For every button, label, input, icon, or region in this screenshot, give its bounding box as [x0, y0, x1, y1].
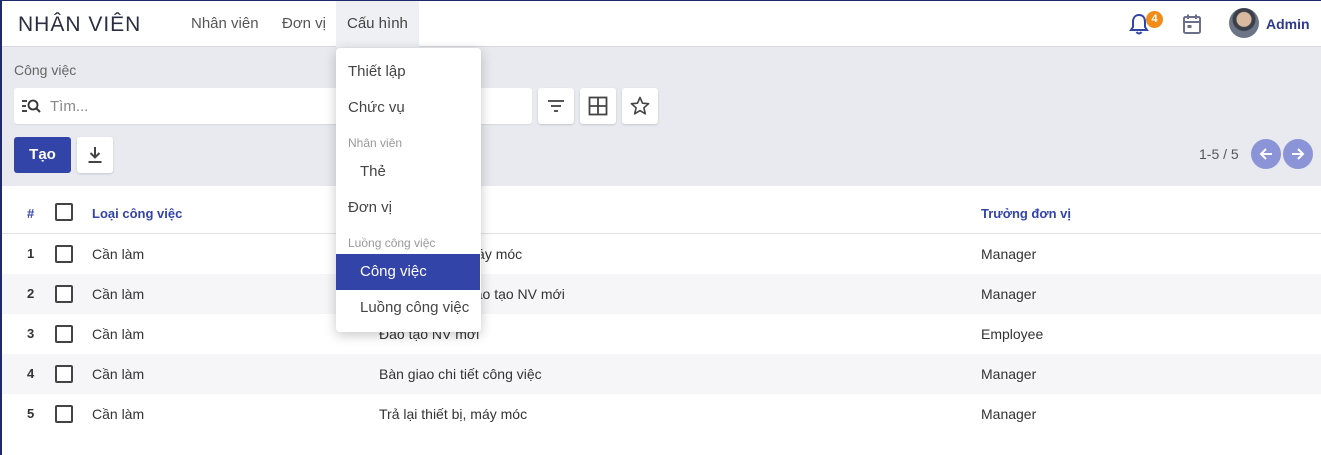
- pager-value[interactable]: 1-5 / 5: [1199, 146, 1239, 162]
- table-row[interactable]: 2 Cần làm Lên kế hoạch đào tạo NV mới Ma…: [2, 274, 1321, 314]
- nav-menu-employees[interactable]: Nhân viên: [180, 1, 270, 47]
- menu-item-tag[interactable]: Thẻ: [336, 154, 481, 190]
- row-number: 5: [27, 406, 35, 421]
- configuration-dropdown-menu: Thiết lập Chức vụ Nhân viên Thẻ Đơn vị L…: [336, 48, 481, 332]
- table-row[interactable]: 3 Cần làm Đào tạo NV mới Employee: [2, 314, 1321, 354]
- nav-menu-units[interactable]: Đơn vị: [271, 1, 337, 47]
- menu-item-unit[interactable]: Đơn vị: [336, 190, 481, 226]
- row-checkbox[interactable]: [55, 405, 73, 423]
- user-name[interactable]: Admin: [1266, 16, 1310, 32]
- table-row[interactable]: 1 Cần làm Nhận thiết bị, máy móc Manager: [2, 234, 1321, 274]
- task-type-cell: Cần làm: [92, 326, 145, 342]
- menu-item-workflow[interactable]: Luồng công việc: [336, 290, 481, 326]
- row-checkbox[interactable]: [55, 285, 73, 303]
- select-all-checkbox[interactable]: [55, 203, 73, 221]
- download-icon: [88, 147, 102, 163]
- table-header: # Loại công việc Trưởng đơn vị: [2, 186, 1321, 234]
- task-type-cell: Cần làm: [92, 366, 145, 382]
- row-number: 1: [27, 246, 35, 261]
- search-icon: [22, 99, 41, 113]
- unit-manager-cell: Manager: [981, 246, 1037, 262]
- nav-menu-configuration[interactable]: Cấu hình: [336, 1, 419, 47]
- table-row[interactable]: 5 Cần làm Trả lại thiết bị, máy móc Mana…: [2, 394, 1321, 434]
- filter-icon: [548, 100, 564, 112]
- menu-item-position[interactable]: Chức vụ: [336, 90, 481, 126]
- row-number: 4: [27, 366, 35, 381]
- pager-previous-button[interactable]: [1251, 139, 1281, 169]
- favorites-button[interactable]: [622, 88, 658, 124]
- breadcrumb: Công việc: [14, 62, 77, 78]
- table-row[interactable]: 4 Cần làm Bàn giao chi tiết công việc Ma…: [2, 354, 1321, 394]
- menu-item-task[interactable]: Công việc: [336, 254, 480, 290]
- app-title: NHÂN VIÊN: [18, 13, 142, 36]
- unit-manager-cell: Manager: [981, 286, 1037, 302]
- row-checkbox[interactable]: [55, 325, 73, 343]
- row-checkbox[interactable]: [55, 245, 73, 263]
- top-navbar: NHÂN VIÊN Nhân viên Đơn vị Cấu hình 4 Ad…: [2, 0, 1321, 47]
- row-number: 2: [27, 286, 35, 301]
- filter-button[interactable]: [538, 88, 574, 124]
- task-name-cell: Trả lại thiết bị, máy móc: [379, 406, 528, 422]
- row-number: 3: [27, 326, 35, 341]
- user-avatar[interactable]: [1229, 8, 1259, 38]
- arrow-left-icon: [1259, 148, 1272, 160]
- grid-view-icon: [588, 96, 608, 116]
- task-list-table: # Loại công việc Trưởng đơn vị 1 Cần làm…: [2, 186, 1321, 434]
- arrow-right-icon: [1292, 148, 1305, 160]
- unit-manager-cell: Manager: [981, 366, 1037, 382]
- menu-item-setup[interactable]: Thiết lập: [336, 54, 481, 90]
- task-type-cell: Cần làm: [92, 406, 145, 422]
- notification-badge: 4: [1146, 11, 1163, 28]
- create-button[interactable]: Tạo: [14, 137, 71, 173]
- row-checkbox[interactable]: [55, 365, 73, 383]
- unit-manager-cell: Employee: [981, 326, 1044, 342]
- star-icon: [630, 96, 650, 115]
- table-body: 1 Cần làm Nhận thiết bị, máy móc Manager…: [2, 234, 1321, 434]
- download-button[interactable]: [77, 137, 113, 173]
- column-header-unit-manager[interactable]: Trưởng đơn vị: [981, 206, 1071, 221]
- task-type-cell: Cần làm: [92, 246, 145, 262]
- pager-next-button[interactable]: [1283, 139, 1313, 169]
- column-header-number: #: [27, 206, 35, 221]
- grid-view-button[interactable]: [580, 88, 616, 124]
- control-panel: Công việc Tạo: [2, 47, 1321, 186]
- menu-section-workflow: Luồng công việc: [348, 236, 436, 250]
- column-header-task-type[interactable]: Loại công việc: [92, 206, 182, 221]
- task-type-cell: Cần làm: [92, 286, 145, 302]
- menu-section-employee: Nhân viên: [348, 136, 403, 150]
- task-name-cell: Bàn giao chi tiết công việc: [379, 366, 542, 382]
- calendar-icon[interactable]: [1182, 13, 1202, 35]
- unit-manager-cell: Manager: [981, 406, 1037, 422]
